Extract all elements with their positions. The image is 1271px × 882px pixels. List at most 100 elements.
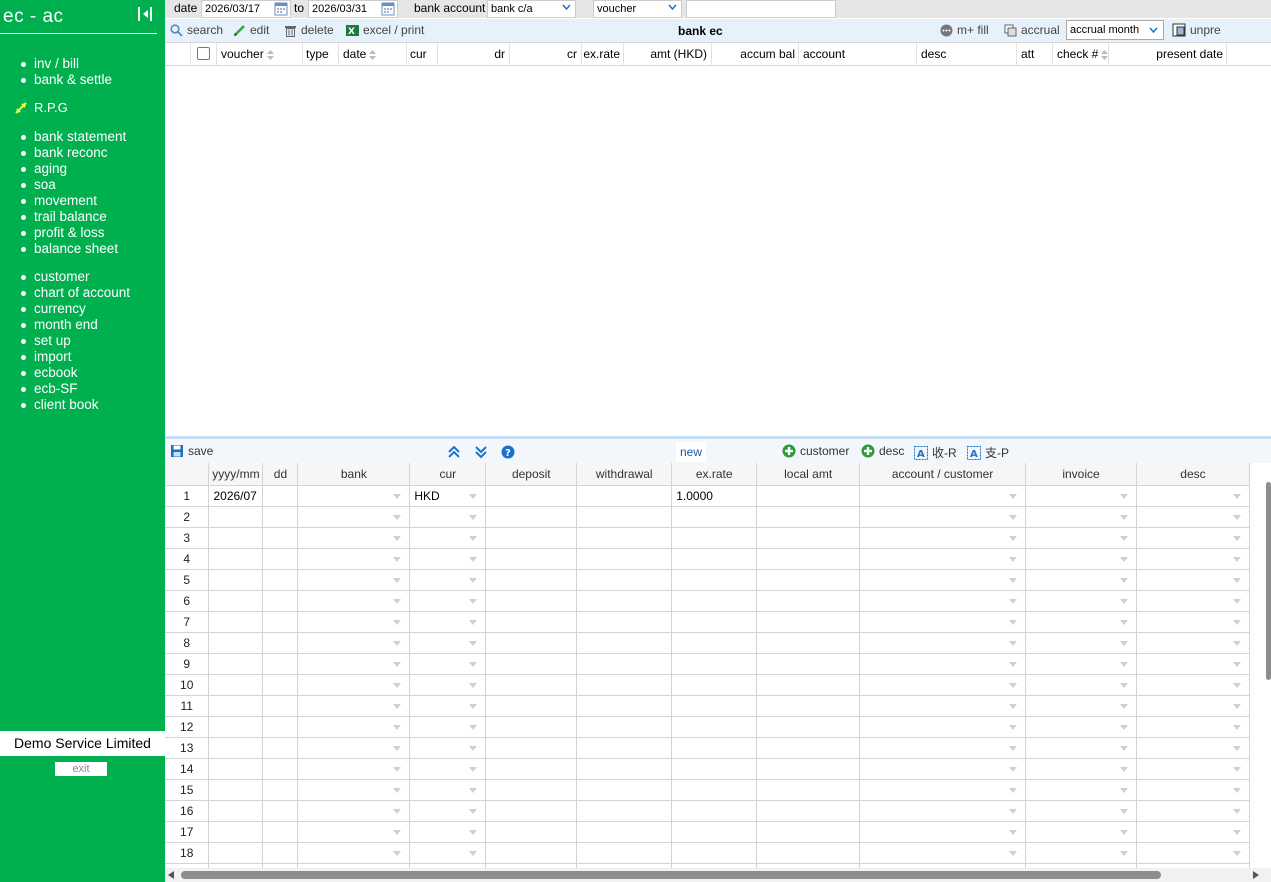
grid-cell[interactable] — [576, 653, 673, 675]
mfill-button[interactable]: m+ fill — [940, 23, 989, 37]
grid-cell[interactable] — [576, 842, 673, 864]
entry-col-header[interactable] — [165, 463, 210, 486]
grid-cell[interactable] — [208, 779, 264, 801]
double-chevron-down-icon[interactable] — [474, 445, 488, 459]
grid-cell[interactable] — [756, 758, 861, 780]
header-voucher[interactable]: voucher — [217, 43, 303, 65]
exit-button[interactable]: exit — [55, 762, 107, 776]
grid-cell[interactable] — [262, 527, 299, 549]
grid-cell[interactable] — [671, 674, 758, 696]
grid-cell[interactable] — [409, 506, 487, 528]
collapse-sidebar-icon[interactable] — [137, 6, 153, 22]
grid-cell[interactable] — [1025, 548, 1137, 570]
grid-cell[interactable] — [262, 548, 299, 570]
search-button[interactable]: search — [170, 23, 223, 37]
grid-cell[interactable] — [671, 842, 758, 864]
grid-cell[interactable] — [297, 758, 411, 780]
grid-cell[interactable] — [262, 821, 299, 843]
grid-cell[interactable] — [1136, 674, 1250, 696]
grid-cell[interactable] — [297, 611, 411, 633]
grid-cell[interactable] — [671, 527, 758, 549]
grid-cell[interactable] — [576, 590, 673, 612]
grid-cell[interactable] — [859, 632, 1027, 654]
grid-cell[interactable] — [297, 800, 411, 822]
scroll-left-icon[interactable] — [168, 871, 174, 879]
grid-cell[interactable] — [1025, 779, 1137, 801]
grid-cell[interactable] — [1025, 695, 1137, 717]
grid-cell[interactable] — [409, 779, 487, 801]
nav-item-bank-settle[interactable]: bank & settle — [19, 72, 112, 88]
pay-button[interactable]: A 支-P — [967, 444, 1009, 461]
grid-cell[interactable] — [208, 506, 264, 528]
grid-cell[interactable] — [409, 737, 487, 759]
grid-cell[interactable] — [409, 758, 487, 780]
grid-cell[interactable] — [1136, 653, 1250, 675]
grid-cell[interactable] — [262, 758, 299, 780]
nav-item-movement[interactable]: movement — [19, 193, 126, 209]
grid-cell[interactable] — [1136, 758, 1250, 780]
grid-cell[interactable] — [297, 590, 411, 612]
delete-button[interactable]: delete — [284, 23, 334, 37]
grid-cell[interactable] — [485, 611, 578, 633]
grid-cell[interactable] — [859, 653, 1027, 675]
grid-cell[interactable] — [576, 632, 673, 654]
scroll-right-icon[interactable] — [1253, 871, 1259, 879]
grid-cell[interactable] — [1136, 569, 1250, 591]
grid-cell[interactable] — [756, 737, 861, 759]
grid-cell[interactable] — [756, 821, 861, 843]
grid-cell[interactable] — [671, 695, 758, 717]
header-accum-bal[interactable]: accum bal — [712, 43, 799, 65]
grid-cell[interactable] — [576, 611, 673, 633]
nav-item-ecbook[interactable]: ecbook — [19, 365, 130, 381]
calendar-icon[interactable] — [274, 1, 288, 16]
entry-col-header[interactable]: desc — [1136, 463, 1250, 486]
grid-cell[interactable] — [1025, 653, 1137, 675]
grid-cell[interactable] — [576, 674, 673, 696]
grid-cell[interactable] — [756, 695, 861, 717]
grid-cell[interactable] — [262, 674, 299, 696]
header-cur[interactable]: cur — [407, 43, 438, 65]
grid-cell[interactable] — [1025, 674, 1137, 696]
nav-item-client-book[interactable]: client book — [19, 397, 130, 413]
grid-cell[interactable] — [1136, 548, 1250, 570]
grid-cell[interactable] — [262, 842, 299, 864]
grid-cell[interactable] — [756, 632, 861, 654]
grid-cell[interactable] — [671, 737, 758, 759]
grid-cell[interactable] — [409, 632, 487, 654]
nav-item-set-up[interactable]: set up — [19, 333, 130, 349]
grid-cell[interactable] — [208, 716, 264, 738]
grid-cell[interactable] — [208, 758, 264, 780]
grid-cell[interactable] — [409, 842, 487, 864]
grid-cell[interactable] — [1025, 758, 1137, 780]
grid-cell[interactable] — [756, 506, 861, 528]
grid-cell[interactable] — [208, 590, 264, 612]
grid-cell[interactable] — [576, 800, 673, 822]
nav-item-trail-balance[interactable]: trail balance — [19, 209, 126, 225]
grid-cell[interactable] — [1136, 611, 1250, 633]
header-present-date[interactable]: present date — [1109, 43, 1227, 65]
header-account[interactable]: account — [799, 43, 917, 65]
grid-cell[interactable] — [208, 569, 264, 591]
grid-cell[interactable] — [859, 548, 1027, 570]
grid-cell[interactable] — [208, 800, 264, 822]
entry-col-header[interactable]: local amt — [756, 463, 861, 486]
entry-col-header[interactable]: ex.rate — [671, 463, 758, 486]
entry-col-header[interactable]: cur — [409, 463, 487, 486]
grid-cell[interactable] — [859, 527, 1027, 549]
grid-cell[interactable] — [208, 548, 264, 570]
grid-cell[interactable] — [1136, 590, 1250, 612]
grid-cell[interactable] — [859, 737, 1027, 759]
header-amt[interactable]: amt (HKD) — [624, 43, 712, 65]
grid-cell[interactable] — [208, 737, 264, 759]
nav-item-chart-of-account[interactable]: chart of account — [19, 285, 130, 301]
nav-item-soa[interactable]: soa — [19, 177, 126, 193]
grid-cell[interactable] — [576, 779, 673, 801]
grid-cell[interactable] — [756, 590, 861, 612]
grid-cell[interactable] — [671, 821, 758, 843]
nav-item-customer[interactable]: customer — [19, 269, 130, 285]
header-dr[interactable]: dr — [438, 43, 510, 65]
grid-cell[interactable] — [859, 800, 1027, 822]
nav-item-aging[interactable]: aging — [19, 161, 126, 177]
grid-cell[interactable] — [485, 590, 578, 612]
nav-item-bank-reconc[interactable]: bank reconc — [19, 145, 126, 161]
